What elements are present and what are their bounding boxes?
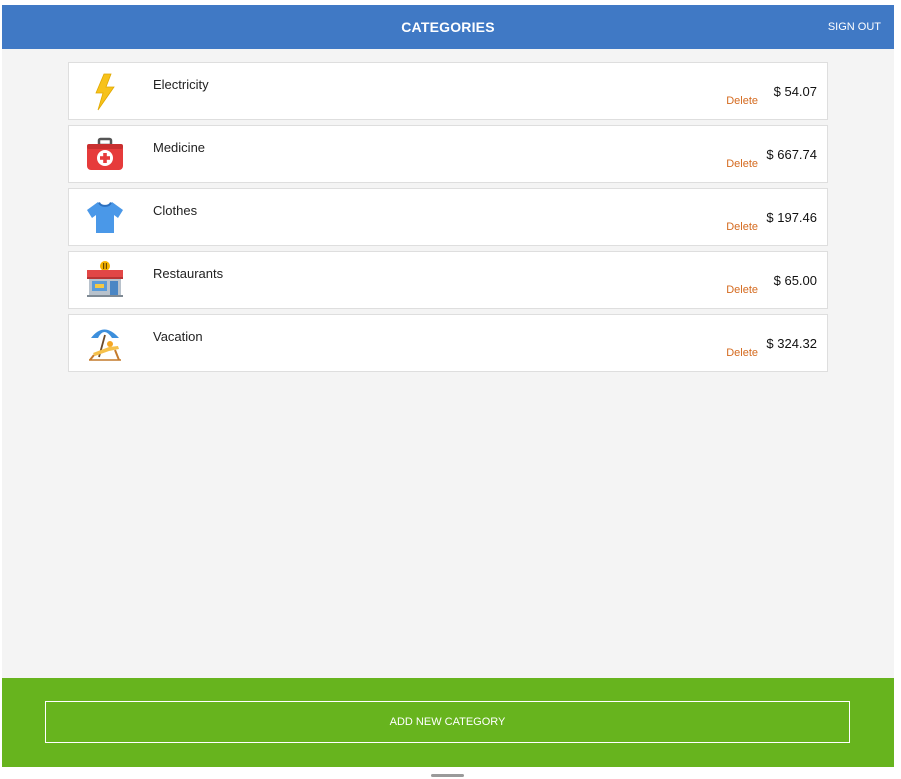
header-bar: CATEGORIES SIGN OUT (2, 5, 894, 49)
category-name: Medicine (153, 140, 206, 155)
delete-link[interactable]: Delete (726, 221, 758, 233)
footer-bar: ADD NEW CATEGORY (2, 678, 894, 767)
list-item[interactable]: Vacation Delete $ 324.32 (68, 314, 828, 372)
category-name: Electricity (153, 77, 209, 92)
lightning-bolt-icon (85, 71, 125, 111)
sign-out-button[interactable]: SIGN OUT (828, 5, 881, 49)
category-amount: $ 324.32 (766, 336, 817, 351)
delete-link[interactable]: Delete (726, 95, 758, 107)
category-name: Vacation (153, 329, 203, 344)
restaurant-store-icon (85, 260, 125, 300)
category-name: Restaurants (153, 266, 224, 281)
category-amount: $ 197.46 (766, 210, 817, 225)
category-amount: $ 65.00 (773, 273, 817, 288)
category-list: Electricity Delete $ 54.07 Medicine Dele… (68, 62, 828, 377)
category-amount: $ 667.74 (766, 147, 817, 162)
list-item[interactable]: Electricity Delete $ 54.07 (68, 62, 828, 120)
page-title: CATEGORIES (401, 19, 495, 35)
delete-link[interactable]: Delete (726, 158, 758, 170)
t-shirt-icon (85, 197, 125, 237)
beach-umbrella-icon (85, 323, 125, 363)
app-window: CATEGORIES SIGN OUT Electricity Delete $… (2, 5, 894, 767)
category-amount: $ 54.07 (773, 84, 817, 99)
category-name: Clothes (153, 203, 198, 218)
list-item[interactable]: Medicine Delete $ 667.74 (68, 125, 828, 183)
delete-link[interactable]: Delete (726, 347, 758, 359)
list-item[interactable]: Restaurants Delete $ 65.00 (68, 251, 828, 309)
add-new-category-button[interactable]: ADD NEW CATEGORY (45, 701, 850, 743)
list-item[interactable]: Clothes Delete $ 197.46 (68, 188, 828, 246)
delete-link[interactable]: Delete (726, 284, 758, 296)
first-aid-kit-icon (85, 134, 125, 174)
resize-handle[interactable] (431, 774, 464, 777)
